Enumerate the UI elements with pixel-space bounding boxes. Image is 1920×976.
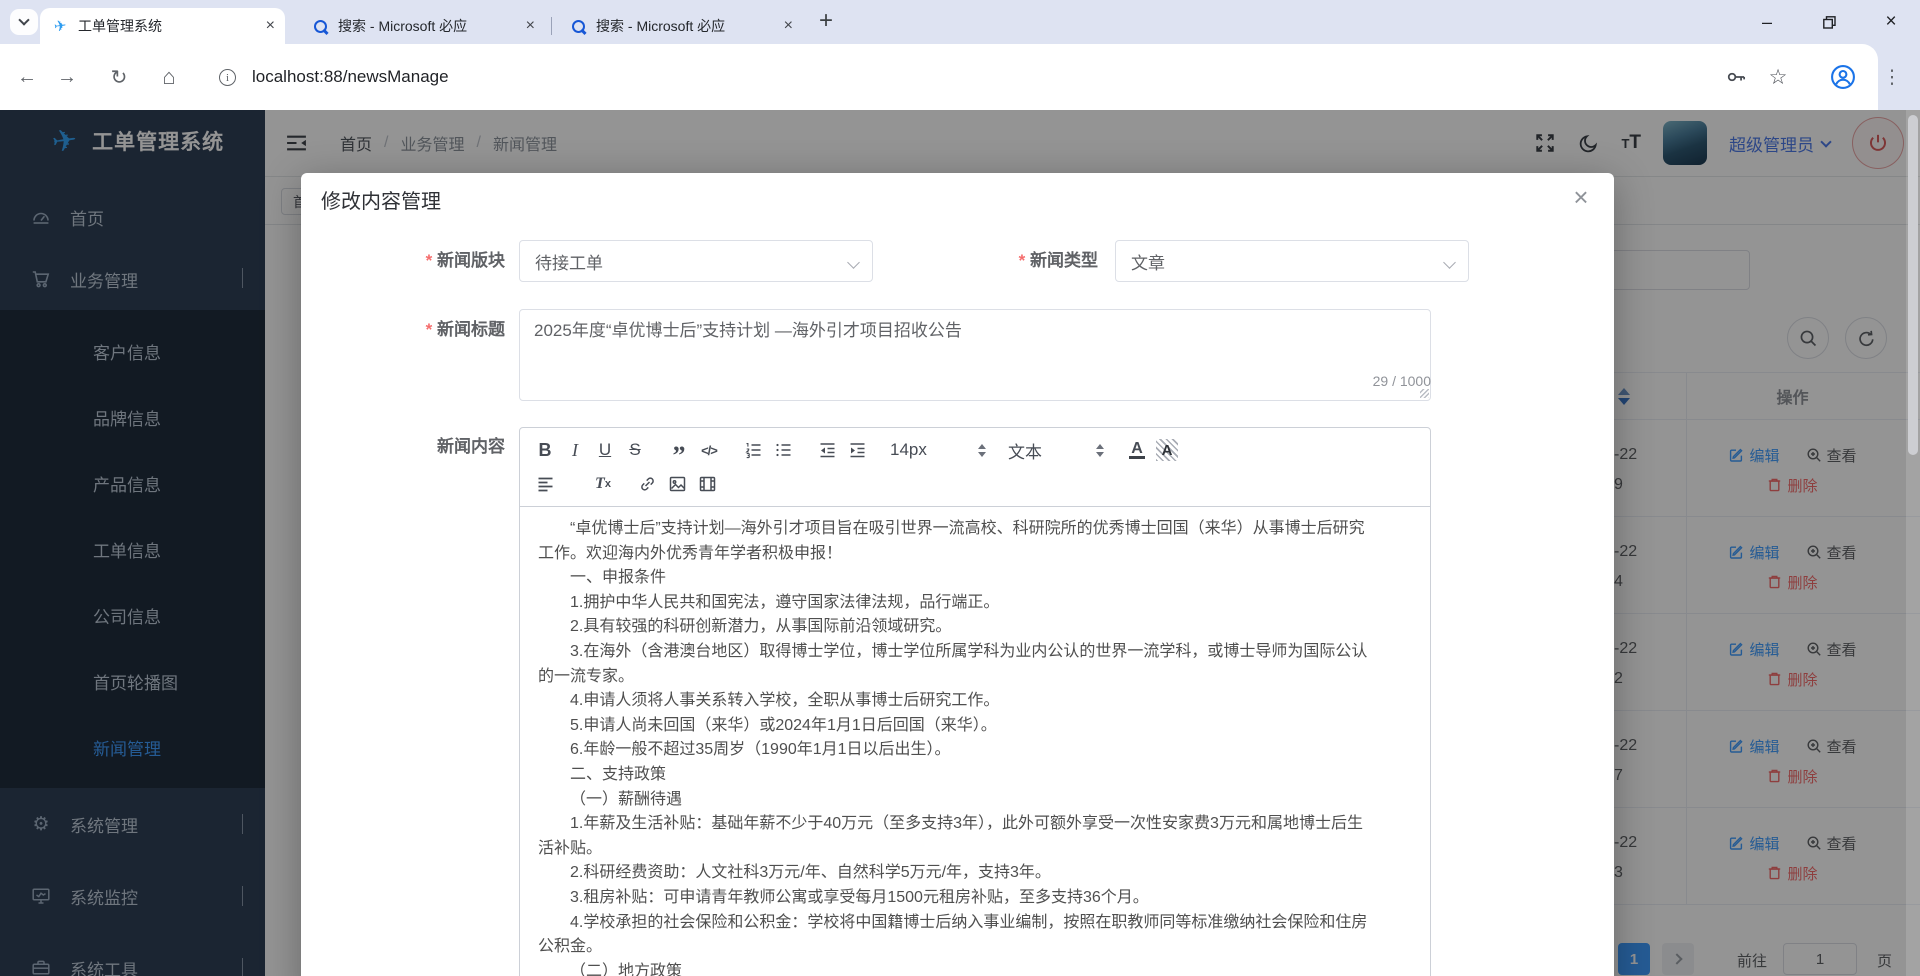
background-color-icon[interactable]: A (1152, 436, 1182, 464)
news-content-label: 新闻内容 (437, 437, 505, 456)
bing-favicon-icon (570, 18, 586, 34)
news-section-label: 新闻版块 (341, 240, 505, 282)
tab-title: 工单管理系统 (78, 18, 162, 34)
editor-paragraph: 6.年龄一般不超过35周岁（1990年1月1日以后出生）。 (570, 741, 951, 759)
scrollbar-thumb[interactable] (1908, 115, 1918, 455)
editor-paragraph: 4.申请人须将人事关系转入学校，全职从事博士后研究工作。 (570, 692, 1000, 710)
clear-format-icon[interactable]: Tx (588, 470, 618, 498)
news-type-value: 文章 (1131, 253, 1165, 273)
editor-paragraph: “卓优博士后”支持计划—海外引才项目旨在吸引世界一流高校、科研院所的优秀博士回国… (538, 520, 1365, 562)
underline-icon[interactable]: U (590, 436, 620, 464)
outdent-icon[interactable] (812, 436, 842, 464)
editor-content[interactable]: “卓优博士后”支持计划—海外引才项目旨在吸引世界一流高校、科研院所的优秀博士回国… (520, 507, 1430, 976)
editor-paragraph: 2.具有较强的科研创新潜力，从事国际前沿领域研究。 (570, 618, 952, 636)
code-icon[interactable]: </> (694, 436, 724, 464)
news-type-label: 新闻类型 (921, 240, 1098, 282)
editor-toolbar: B I U S ” </> 14px 文本 A A T x (520, 428, 1430, 507)
news-section-select[interactable]: 待接工单 (519, 240, 873, 282)
align-icon[interactable] (530, 470, 560, 498)
char-counter: 29 / 1000 (1372, 373, 1431, 389)
chevron-down-icon (18, 14, 30, 26)
resize-grip-icon[interactable] (1420, 389, 1429, 398)
news-title-label: 新闻标题 (341, 309, 505, 351)
reload-button[interactable]: ↻ (102, 44, 136, 110)
tab-separator (551, 17, 552, 35)
browser-tab-3[interactable]: 搜索 - Microsoft 必应 × (558, 8, 803, 44)
italic-icon[interactable]: I (560, 436, 590, 464)
window-minimize-button[interactable]: – (1746, 0, 1788, 44)
window-restore-button[interactable] (1808, 0, 1850, 44)
editor-paragraph: 3.在海外（含港澳台地区）取得博士学位，博士学位所属学科为业内公认的世界一流学科… (538, 642, 1368, 685)
blockquote-icon[interactable]: ” (664, 436, 694, 469)
app-viewport: ✈ 工单管理系统 首页 业务管理 客户信息 品牌信息 产品信息 工单信息 公司信… (0, 110, 1920, 976)
new-tab-button[interactable]: + (812, 8, 840, 36)
forward-button[interactable]: → (50, 44, 84, 110)
page-scrollbar[interactable] (1906, 110, 1920, 976)
bookmark-star-icon[interactable]: ☆ (1756, 44, 1800, 110)
back-button[interactable]: ← (10, 44, 44, 110)
browser-profile-icon[interactable] (1820, 44, 1866, 110)
video-icon[interactable] (692, 470, 722, 498)
link-icon[interactable] (632, 470, 662, 498)
ordered-list-icon[interactable] (738, 436, 768, 464)
edit-content-dialog: 修改内容管理 × 新闻版块 待接工单 新闻类型 文章 新闻标题 2025年度“卓… (301, 173, 1614, 976)
dialog-title: 修改内容管理 (321, 191, 441, 213)
window-close-button[interactable]: × (1870, 0, 1912, 44)
chevron-down-icon (1443, 256, 1456, 269)
browser-tab-2[interactable]: 搜索 - Microsoft 必应 × (300, 8, 545, 44)
editor-paragraph: 1.年薪及生活补贴：基础年薪不少于40万元（至多支持3年），此外可额外享受一次性… (538, 815, 1363, 857)
screen: ✈ 工单管理系统 × 搜索 - Microsoft 必应 × 搜索 - Micr… (0, 0, 1920, 976)
tab-search-button[interactable] (10, 9, 38, 35)
font-size-value: 14px (890, 440, 927, 459)
editor-paragraph: 2.科研经费资助：人文社科3万元/年、自然科学5万元/年，支持3年。 (570, 864, 1051, 882)
editor-paragraph: （一）薪酬待遇 (570, 790, 683, 808)
strikethrough-icon[interactable]: S (620, 436, 650, 464)
tab-close-icon[interactable]: × (254, 18, 275, 34)
site-info-icon[interactable]: i (219, 69, 236, 86)
home-button[interactable]: ⌂ (152, 44, 186, 110)
browser-toolbar: ← → ↻ ⌂ i localhost:88/newsManage ☆ ⋮ (0, 44, 1920, 110)
bing-favicon-icon (312, 18, 328, 34)
browser-tabstrip: ✈ 工单管理系统 × 搜索 - Microsoft 必应 × 搜索 - Micr… (0, 0, 1920, 44)
rich-text-editor: B I U S ” </> 14px 文本 A A T x “卓优博士后”支持计… (519, 427, 1431, 976)
editor-paragraph: 一、申报条件 (570, 569, 667, 587)
tab-title: 搜索 - Microsoft 必应 (338, 18, 468, 34)
restore-icon (1822, 15, 1836, 29)
editor-paragraph: 1.拥护中华人民共和国宪法，遵守国家法律法规，品行端正。 (570, 593, 1000, 611)
editor-paragraph: （二）地方政策 (570, 962, 683, 976)
format-picker[interactable]: 文本 (1004, 438, 1108, 463)
bold-icon[interactable]: B (530, 436, 560, 464)
editor-paragraph: 3.租房补贴：可申请青年教师公寓或享受每月1500元租房补贴，至多支持36个月。 (570, 888, 1149, 906)
dialog-close-icon[interactable]: × (1563, 179, 1599, 215)
news-type-select[interactable]: 文章 (1115, 240, 1469, 282)
image-icon[interactable] (662, 470, 692, 498)
tab-close-icon[interactable]: × (514, 18, 535, 34)
editor-paragraph: 4.学校承担的社会保险和公积金：学校将中国籍博士后纳入事业编制，按照在职教师同等… (538, 913, 1368, 956)
browser-menu-icon[interactable]: ⋮ (1872, 44, 1912, 110)
bullet-list-icon[interactable] (768, 436, 798, 464)
tab-close-icon[interactable]: × (772, 18, 793, 34)
picker-arrows-icon (978, 443, 986, 457)
app-favicon-plane-icon: ✈ (52, 17, 68, 36)
picker-arrows-icon (1096, 443, 1104, 457)
format-value: 文本 (1008, 442, 1042, 462)
chevron-down-icon (847, 256, 860, 269)
indent-icon[interactable] (842, 436, 872, 464)
browser-tab-active[interactable]: ✈ 工单管理系统 × (40, 8, 285, 44)
tab-title: 搜索 - Microsoft 必应 (596, 18, 726, 34)
font-size-picker[interactable]: 14px (886, 440, 990, 460)
address-url[interactable]: localhost:88/newsManage (252, 44, 449, 110)
password-manager-icon[interactable] (1714, 44, 1758, 110)
editor-paragraph: 二、支持政策 (570, 765, 667, 783)
news-title-textarea[interactable]: 2025年度“卓优博士后”支持计划 —海外引才项目招收公告 (519, 309, 1431, 401)
editor-paragraph: 5.申请人尚未回国（来华）或2024年1月1日后回国（来华）。 (570, 716, 997, 734)
news-section-value: 待接工单 (535, 253, 603, 273)
text-color-icon[interactable]: A (1122, 436, 1152, 464)
